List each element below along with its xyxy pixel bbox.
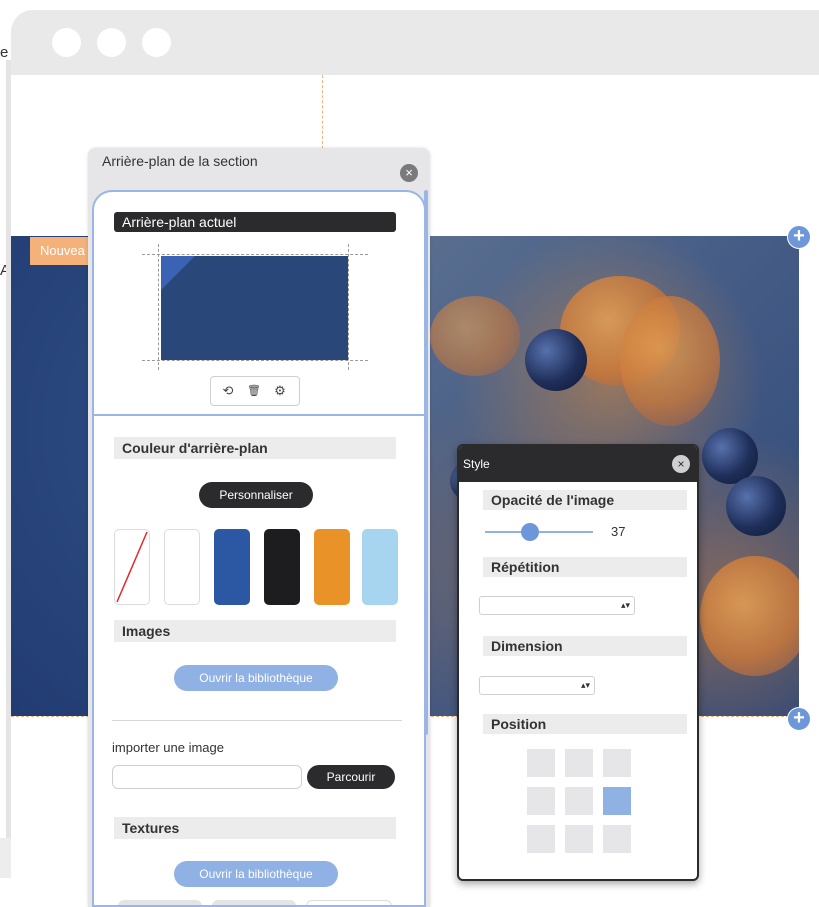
- no-color-icon: [116, 531, 148, 603]
- preview-toolbar: ⟲ 🗑 ⚙: [210, 376, 300, 406]
- position-cell-top-left[interactable]: [527, 749, 555, 777]
- browser-title-bar: [11, 10, 819, 75]
- dimension-heading: Dimension: [483, 636, 687, 656]
- image-opacity-heading: Opacité de l'image: [483, 490, 687, 510]
- swatch-light-blue[interactable]: [362, 529, 398, 605]
- outside-text-fragment: e: [0, 44, 9, 61]
- swatch-white[interactable]: [164, 529, 200, 605]
- opacity-value: 37: [611, 524, 626, 539]
- window-dot-3: [142, 28, 171, 57]
- orange-slice: [620, 296, 720, 426]
- select-arrows-icon: ▴▾: [620, 600, 630, 610]
- add-section-top-button[interactable]: +: [787, 225, 811, 249]
- close-icon[interactable]: ×: [400, 164, 418, 182]
- gear-icon[interactable]: ⚙: [271, 382, 289, 400]
- open-texture-library-button[interactable]: Ouvrir la bibliothèque: [174, 861, 338, 887]
- opacity-slider-track[interactable]: [485, 531, 593, 533]
- preview-corner-accent: [161, 256, 195, 290]
- browse-button[interactable]: Parcourir: [307, 765, 395, 789]
- position-cell-middle-right[interactable]: [603, 787, 631, 815]
- blueberry: [525, 329, 587, 391]
- textures-heading: Textures: [114, 817, 396, 839]
- position-cell-middle-left[interactable]: [527, 787, 555, 815]
- swatch-orange[interactable]: [314, 529, 350, 605]
- close-icon[interactable]: ×: [672, 455, 690, 473]
- repetition-heading: Répétition: [483, 557, 687, 577]
- select-arrows-icon: ▴▾: [580, 680, 590, 690]
- trash-icon[interactable]: 🗑: [245, 382, 263, 400]
- section-divider: [94, 414, 424, 416]
- preview-guide: [142, 360, 368, 361]
- dimension-select[interactable]: ▴▾: [479, 676, 595, 695]
- orange-slice: [430, 296, 520, 376]
- panel-scrollbar[interactable]: [424, 190, 428, 735]
- divider: [112, 720, 402, 721]
- swatch-blue[interactable]: [214, 529, 250, 605]
- panel-title: Arrière-plan de la section: [102, 153, 258, 169]
- texture-thumb[interactable]: [118, 900, 202, 905]
- open-image-library-button[interactable]: Ouvrir la bibliothèque: [174, 665, 338, 691]
- add-section-bottom-button[interactable]: +: [787, 707, 811, 731]
- position-cell-middle-center[interactable]: [565, 787, 593, 815]
- background-color-heading: Couleur d'arrière-plan: [114, 437, 396, 459]
- current-background-heading: Arrière-plan actuel: [114, 212, 396, 232]
- import-file-input[interactable]: [112, 765, 302, 789]
- style-dialog-header: Style: [459, 446, 697, 482]
- orange-slice: [700, 556, 799, 676]
- position-cell-bottom-left[interactable]: [527, 825, 555, 853]
- preview-guide: [142, 254, 368, 255]
- texture-thumb[interactable]: [212, 900, 296, 905]
- texture-thumb[interactable]: [306, 900, 392, 905]
- swatch-none[interactable]: [114, 529, 150, 605]
- repetition-select[interactable]: ▴▾: [479, 596, 635, 615]
- images-heading: Images: [114, 620, 396, 642]
- opacity-slider-handle[interactable]: [521, 523, 539, 541]
- position-heading: Position: [483, 714, 687, 734]
- browser-frame-bottom: [0, 838, 11, 878]
- preview-guide: [158, 244, 159, 370]
- new-badge[interactable]: Nouvea: [30, 237, 90, 265]
- position-cell-top-right[interactable]: [603, 749, 631, 777]
- window-dot-2: [97, 28, 126, 57]
- current-background-preview[interactable]: [161, 256, 348, 360]
- style-dialog-title: Style: [463, 457, 490, 471]
- position-grid: [527, 749, 635, 857]
- position-cell-top-center[interactable]: [565, 749, 593, 777]
- panel-content: Arrière-plan actuel ⟲ 🗑 ⚙ Couleur d'arri…: [92, 190, 426, 907]
- style-dialog: Style × Opacité de l'image 37 Répétition…: [457, 444, 699, 881]
- import-image-label: importer une image: [112, 740, 224, 755]
- reset-icon[interactable]: ⟲: [219, 382, 237, 400]
- blueberry: [726, 476, 786, 536]
- window-dot-1: [52, 28, 81, 57]
- section-background-panel: Arrière-plan de la section × Arrière-pla…: [88, 148, 430, 907]
- position-cell-bottom-right[interactable]: [603, 825, 631, 853]
- swatch-black[interactable]: [264, 529, 300, 605]
- customize-color-button[interactable]: Personnaliser: [199, 482, 313, 508]
- position-cell-bottom-center[interactable]: [565, 825, 593, 853]
- preview-guide: [348, 244, 349, 370]
